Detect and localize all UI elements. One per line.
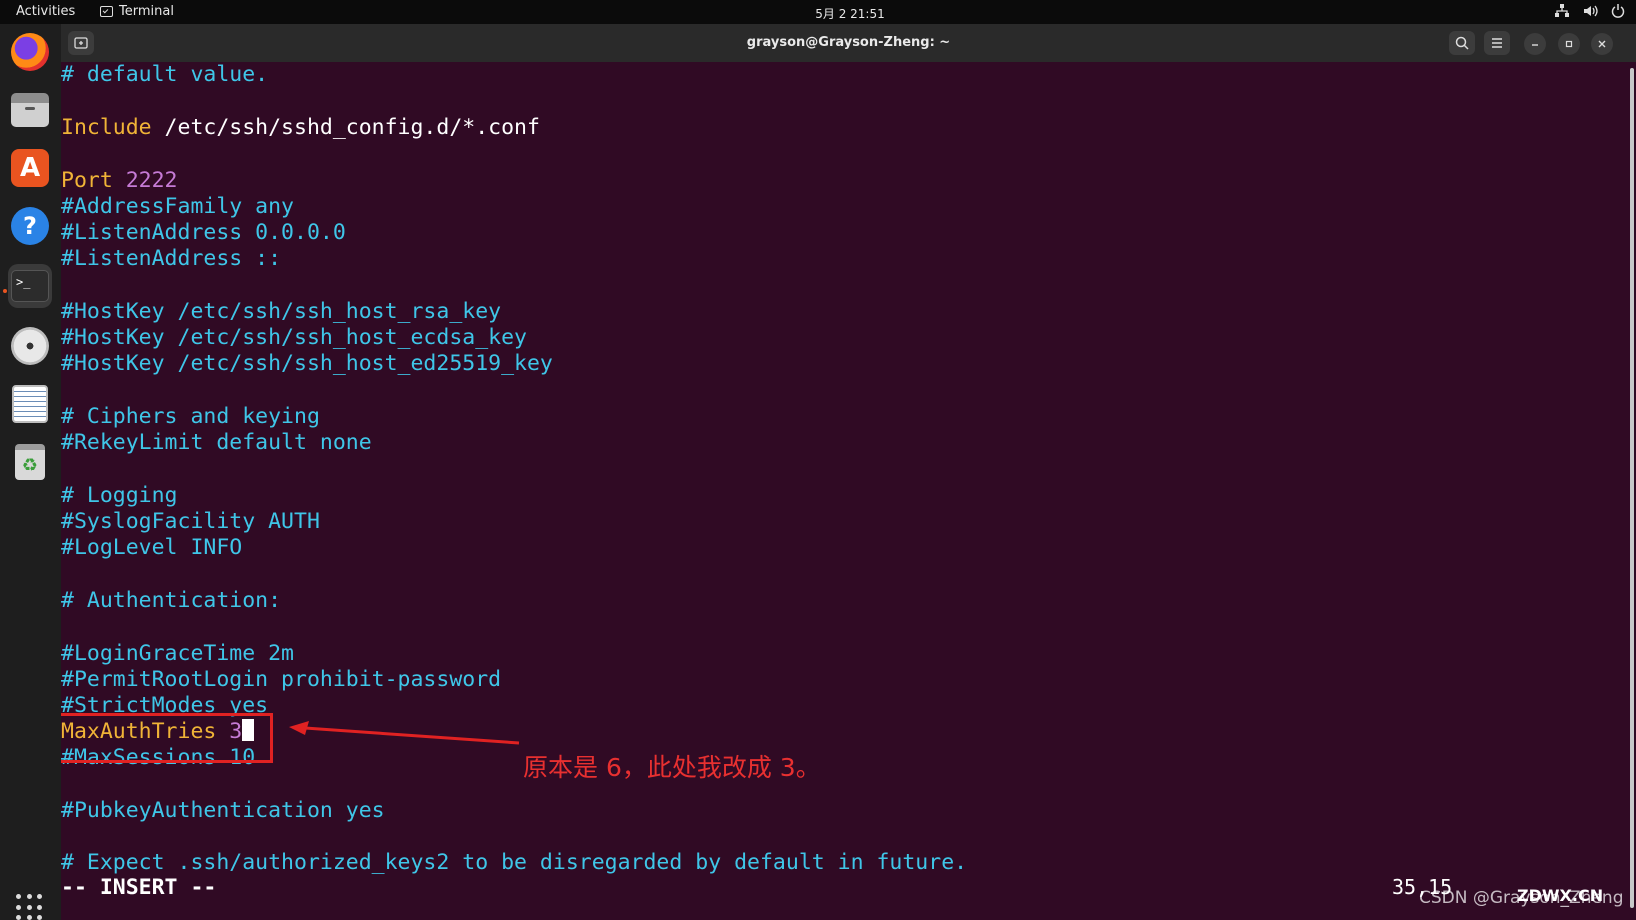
code-line: #LogLevel INFO: [61, 535, 243, 560]
system-tray[interactable]: [1554, 3, 1626, 19]
search-button[interactable]: [1449, 31, 1475, 55]
terminal-icon: >_: [11, 270, 49, 302]
dock-help[interactable]: ?: [8, 204, 52, 248]
window-title: grayson@Grayson-Zheng: ~: [746, 35, 951, 50]
terminal-content[interactable]: # default value. Include /etc/ssh/sshd_c…: [61, 62, 1636, 920]
close-icon: [1598, 40, 1606, 48]
close-button[interactable]: [1591, 33, 1613, 55]
menu-button[interactable]: [1484, 31, 1510, 55]
terminal-titlebar[interactable]: grayson@Grayson-Zheng: ~: [61, 24, 1636, 62]
code-line: #PubkeyAuthentication yes: [61, 798, 385, 823]
hamburger-icon: [1492, 38, 1502, 48]
dock-files[interactable]: [8, 88, 52, 132]
app-store-icon: A: [11, 149, 49, 187]
maximize-button[interactable]: [1558, 33, 1580, 55]
annotation-note: 原本是 6，此处我改成 3。: [523, 753, 821, 782]
code-line: Port 2222: [61, 168, 178, 193]
code-line: #SyslogFacility AUTH: [61, 509, 320, 534]
volume-icon[interactable]: [1582, 3, 1598, 19]
code-line: #PermitRootLogin prohibit-password: [61, 667, 502, 692]
code-line: #LoginGraceTime 2m: [61, 641, 294, 666]
code-line: # Logging: [61, 483, 178, 508]
code-line: #RekeyLimit default none: [61, 430, 372, 455]
files-icon: [11, 93, 49, 127]
trash-icon: ♻: [15, 444, 45, 480]
power-icon[interactable]: [1610, 3, 1626, 19]
disc-icon: [11, 327, 49, 365]
dock-trash[interactable]: ♻: [8, 440, 52, 484]
top-bar: Activities Terminal 5月 2 21:51: [0, 0, 1636, 24]
help-icon: ?: [11, 207, 49, 245]
dock-firefox[interactable]: [8, 30, 52, 74]
dock-text-editor[interactable]: [8, 382, 52, 426]
clock[interactable]: 5月 2 21:51: [0, 5, 1636, 22]
watermark-zdwx: ZDWX.CN: [1517, 886, 1604, 905]
code-line: #AddressFamily any: [61, 194, 294, 219]
code-line: # Authentication:: [61, 588, 282, 613]
code-line: Include /etc/ssh/sshd_config.d/*.conf: [61, 115, 540, 140]
dock-software[interactable]: A: [8, 146, 52, 190]
highlight-box: [61, 713, 273, 763]
annotation-arrow: [289, 721, 520, 745]
minimize-icon: [1532, 44, 1538, 46]
code-line: #HostKey /etc/ssh/ssh_host_ecdsa_key: [61, 325, 527, 350]
dock: A ? >_ ♻: [0, 24, 61, 920]
dock-terminal[interactable]: >_: [8, 264, 52, 308]
minimize-button[interactable]: [1524, 33, 1546, 55]
code-line: # Expect .ssh/authorized_keys2 to be dis…: [61, 850, 968, 875]
firefox-icon: [11, 33, 49, 71]
code-line: # Ciphers and keying: [61, 404, 320, 429]
restore-icon: [1565, 40, 1573, 48]
code-line: #ListenAddress ::: [61, 246, 282, 271]
dock-disc[interactable]: [8, 324, 52, 368]
code-line: #HostKey /etc/ssh/ssh_host_rsa_key: [61, 299, 502, 324]
code-line: # default value.: [61, 62, 269, 87]
vim-mode-indicator: -- INSERT --: [61, 875, 217, 900]
network-icon[interactable]: [1554, 3, 1570, 19]
search-icon: [1455, 36, 1469, 50]
show-apps-icon[interactable]: [16, 894, 44, 920]
running-indicator: [3, 289, 7, 293]
code-line: #HostKey /etc/ssh/ssh_host_ed25519_key: [61, 351, 553, 376]
text-editor-icon: [12, 385, 48, 423]
code-line: #ListenAddress 0.0.0.0: [61, 220, 346, 245]
scrollbar[interactable]: [1630, 68, 1634, 908]
